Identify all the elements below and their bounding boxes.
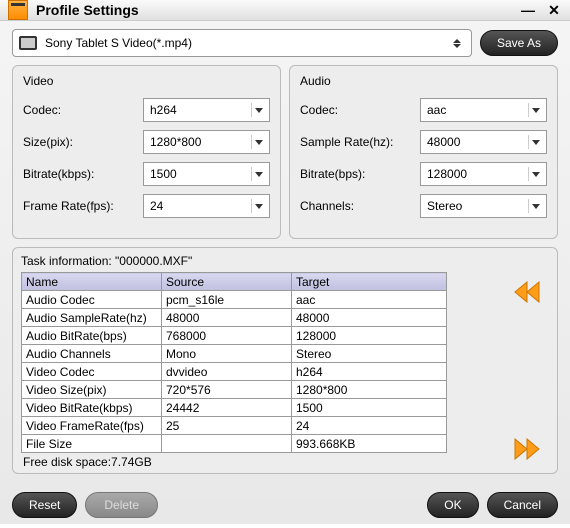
video-size-label: Size(pix): [23,135,143,149]
table-cell: h264 [292,363,447,381]
table-cell: Audio BitRate(bps) [22,327,162,345]
titlebar: Profile Settings — ✕ [0,0,570,21]
audio-channels-dropdown[interactable]: Stereo [420,194,547,218]
chevron-down-icon [528,103,542,117]
video-title: Video [23,74,270,88]
spinner-icon[interactable] [449,39,465,48]
profile-dropdown[interactable]: Sony Tablet S Video(*.mp4) [12,29,472,57]
profile-bar: Sony Tablet S Video(*.mp4) Save As [0,21,570,65]
chevron-down-icon [251,167,265,181]
fastforward-icon [513,437,541,461]
video-codec-label: Codec: [23,103,143,117]
video-framerate-dropdown[interactable]: 24 [143,194,270,218]
video-bitrate-dropdown[interactable]: 1500 [143,162,270,186]
rewind-icon [513,280,541,304]
bottom-bar: Reset Delete OK Cancel [0,482,570,528]
table-cell: Video Codec [22,363,162,381]
task-info-panel: Task information: "000000.MXF" NameSourc… [12,247,558,474]
close-icon[interactable]: ✕ [546,2,562,18]
profile-text: Sony Tablet S Video(*.mp4) [45,36,449,50]
table-cell: Video FrameRate(fps) [22,417,162,435]
audio-codec-dropdown[interactable]: aac [420,98,547,122]
video-bitrate-label: Bitrate(kbps): [23,167,143,181]
table-cell: 128000 [292,327,447,345]
audio-bitrate-dropdown[interactable]: 128000 [420,162,547,186]
audio-title: Audio [300,74,547,88]
table-row: Audio SampleRate(hz)4800048000 [22,309,447,327]
audio-samplerate-dropdown[interactable]: 48000 [420,130,547,154]
table-cell: 24 [292,417,447,435]
table-cell: Stereo [292,345,447,363]
table-cell: Audio Codec [22,291,162,309]
table-cell: Audio Channels [22,345,162,363]
cancel-button[interactable]: Cancel [487,492,558,518]
table-cell: Video Size(pix) [22,381,162,399]
audio-panel: Audio Codec:aac Sample Rate(hz):48000 Bi… [289,65,558,239]
save-as-button[interactable]: Save As [480,30,558,56]
video-codec-dropdown[interactable]: h264 [143,98,270,122]
table-row: File Size 993.668KB [22,435,447,453]
audio-channels-label: Channels: [300,199,420,213]
chevron-down-icon [251,199,265,213]
video-framerate-label: Frame Rate(fps): [23,199,143,213]
table-row: Video FrameRate(fps)2524 [22,417,447,435]
table-row: Audio Codecpcm_s16leaac [22,291,447,309]
table-row: Audio BitRate(bps)768000128000 [22,327,447,345]
table-header[interactable]: Target [292,273,447,291]
table-cell: Video BitRate(kbps) [22,399,162,417]
video-size-dropdown[interactable]: 1280*800 [143,130,270,154]
profile-settings-window: Profile Settings — ✕ Sony Tablet S Video… [0,0,570,524]
delete-button: Delete [85,492,158,518]
table-row: Video BitRate(kbps)244421500 [22,399,447,417]
table-cell: 25 [162,417,292,435]
table-cell: aac [292,291,447,309]
table-cell: pcm_s16le [162,291,292,309]
ok-button[interactable]: OK [427,492,478,518]
table-cell [162,435,292,453]
table-cell: Audio SampleRate(hz) [22,309,162,327]
table-cell: File Size [22,435,162,453]
table-row: Video Codecdvvideoh264 [22,363,447,381]
table-cell: 768000 [162,327,292,345]
table-header[interactable]: Source [162,273,292,291]
free-disk-label: Free disk space:7.74GB [21,453,549,469]
minimize-icon[interactable]: — [520,2,536,18]
table-cell: 1280*800 [292,381,447,399]
chevron-down-icon [251,103,265,117]
table-cell: 48000 [292,309,447,327]
table-cell: dvvideo [162,363,292,381]
reset-button[interactable]: Reset [12,492,77,518]
table-cell: 48000 [162,309,292,327]
prev-task-button[interactable] [511,278,543,306]
app-icon [8,0,28,20]
device-icon [19,36,37,50]
table-cell: 24442 [162,399,292,417]
table-header[interactable]: Name [22,273,162,291]
table-cell: 720*576 [162,381,292,399]
audio-codec-label: Codec: [300,103,420,117]
audio-samplerate-label: Sample Rate(hz): [300,135,420,149]
table-row: Video Size(pix)720*5761280*800 [22,381,447,399]
task-info-label: Task information: "000000.MXF" [21,254,549,268]
audio-bitrate-label: Bitrate(bps): [300,167,420,181]
window-title: Profile Settings [36,2,520,18]
chevron-down-icon [251,135,265,149]
chevron-down-icon [528,199,542,213]
table-cell: 1500 [292,399,447,417]
next-task-button[interactable] [511,435,543,463]
chevron-down-icon [528,135,542,149]
task-table: NameSourceTarget Audio Codecpcm_s16leaac… [21,272,447,453]
table-cell: 993.668KB [292,435,447,453]
table-cell: Mono [162,345,292,363]
chevron-down-icon [528,167,542,181]
table-row: Audio ChannelsMonoStereo [22,345,447,363]
video-panel: Video Codec:h264 Size(pix):1280*800 Bitr… [12,65,281,239]
